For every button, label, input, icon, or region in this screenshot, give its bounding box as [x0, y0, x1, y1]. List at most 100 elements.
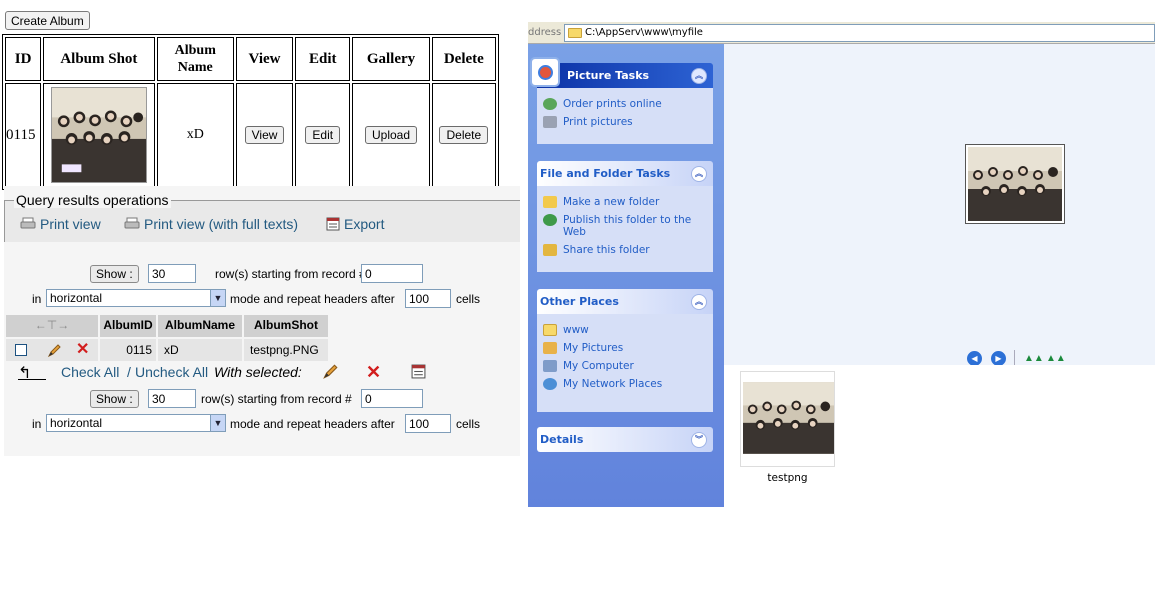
preview-photo — [968, 147, 1062, 221]
album-table: ID Album Shot Album Name View Edit Galle… — [2, 34, 499, 190]
export-link[interactable]: Export — [326, 216, 384, 234]
delete-button[interactable]: Delete — [439, 126, 489, 144]
next-image-icon[interactable]: ▶ — [991, 351, 1006, 366]
mode-text: mode and repeat headers after — [230, 417, 395, 431]
column-arrows[interactable]: ←⊤→ — [6, 315, 98, 337]
new-folder-icon — [543, 196, 557, 208]
print-view-label: Print view — [40, 216, 101, 232]
pencil-icon[interactable] — [321, 363, 339, 384]
start-record-input[interactable] — [361, 389, 423, 408]
place-my-network-label: My Network Places — [563, 378, 663, 390]
make-folder-label: Make a new folder — [563, 196, 660, 208]
chevron-down-icon: ▼ — [210, 415, 225, 431]
header-gallery: Gallery — [352, 37, 430, 81]
arrow-line — [18, 379, 46, 380]
column-header-albumshot[interactable]: AlbumShot — [244, 315, 328, 337]
collapse-icon[interactable]: ︽ — [691, 294, 707, 310]
camera-icon — [530, 57, 560, 87]
publish-folder-task[interactable]: Publish this folder to the Web — [541, 214, 713, 238]
place-my-computer-label: My Computer — [563, 360, 634, 372]
pencil-icon[interactable] — [46, 339, 62, 361]
delete-x-icon[interactable]: ✕ — [76, 339, 89, 361]
details-header[interactable]: Details ︾ — [537, 427, 713, 452]
column-header-albumname[interactable]: AlbumName — [158, 315, 242, 337]
check-all-link[interactable]: Check All — [61, 364, 119, 380]
check-all-row: ↰ Check All / Uncheck All With selected:… — [4, 362, 520, 384]
file-list: testpng — [724, 365, 1155, 507]
address-path: C:\AppServ\www\myfile — [585, 27, 703, 38]
order-prints-label: Order prints online — [563, 98, 662, 110]
separator-slash: / — [127, 364, 131, 380]
file-name[interactable]: testpng — [740, 472, 835, 484]
cell-gallery: Upload — [352, 83, 430, 187]
picture-tasks-header[interactable]: Picture Tasks ︽ — [530, 57, 713, 88]
print-pictures-label: Print pictures — [563, 116, 633, 128]
preview-frame — [965, 144, 1065, 224]
print-view-link[interactable]: Print view — [20, 216, 101, 234]
header-view: View — [235, 37, 294, 81]
row-actions: ✕ — [6, 339, 98, 361]
rows-count-input[interactable] — [148, 389, 196, 408]
print-pictures-task[interactable]: Print pictures — [541, 116, 713, 128]
place-my-network[interactable]: My Network Places — [541, 378, 713, 390]
place-my-pictures-label: My Pictures — [563, 342, 624, 354]
rows-count-input[interactable] — [148, 264, 196, 283]
other-places-title: Other Places — [540, 295, 619, 308]
header-id: ID — [5, 37, 42, 81]
folder-icon — [543, 324, 557, 336]
header-delete: Delete — [431, 37, 496, 81]
computer-icon — [543, 360, 557, 372]
printer-icon — [543, 116, 557, 128]
view-button[interactable]: View — [244, 126, 285, 144]
show-button[interactable]: Show : — [90, 390, 139, 408]
display-mode-select[interactable]: horizontal ▼ — [46, 289, 226, 307]
create-album-button[interactable]: Create Album — [5, 11, 90, 30]
export-icon[interactable] — [411, 364, 426, 382]
share-folder-task[interactable]: Share this folder — [541, 244, 713, 256]
place-my-computer[interactable]: My Computer — [541, 360, 713, 372]
cells-text: cells — [456, 292, 481, 306]
expand-icon[interactable]: ︾ — [691, 432, 707, 448]
arrow-up-left-icon: ↰ — [18, 365, 32, 382]
pictures-folder-icon — [543, 342, 557, 354]
in-label: in — [32, 292, 42, 306]
rotate-clockwise-icon[interactable]: ▲▲ — [1024, 353, 1044, 364]
delete-x-icon[interactable]: ✕ — [366, 362, 381, 383]
show-button[interactable]: Show : — [90, 265, 139, 283]
place-www[interactable]: www — [541, 324, 713, 336]
previous-image-icon[interactable]: ◀ — [967, 351, 982, 366]
export-icon — [326, 217, 340, 234]
rotate-counterclockwise-icon[interactable]: ▲▲ — [1046, 353, 1066, 364]
file-thumbnail[interactable] — [740, 371, 835, 467]
collapse-icon[interactable]: ︽ — [691, 166, 707, 182]
cell-edit: Edit — [295, 83, 351, 187]
query-results-legend: Query results operations — [14, 192, 171, 208]
edit-button[interactable]: Edit — [305, 126, 341, 144]
collapse-icon[interactable]: ︽ — [691, 68, 707, 84]
other-places-header[interactable]: Other Places ︽ — [537, 289, 713, 314]
folder-icon — [568, 28, 582, 38]
cell-id: 0115 — [5, 83, 42, 187]
repeat-headers-input[interactable] — [405, 289, 451, 308]
printer-icon — [124, 217, 140, 234]
order-prints-task[interactable]: Order prints online — [541, 98, 713, 110]
display-mode-select[interactable]: horizontal ▼ — [46, 414, 226, 432]
make-folder-task[interactable]: Make a new folder — [541, 196, 713, 208]
network-icon — [543, 378, 557, 390]
display-mode-value: horizontal — [50, 291, 103, 305]
navigation-row-top: Show : row(s) starting from record # — [4, 264, 520, 286]
rows-text: row(s) starting from record # — [201, 392, 352, 406]
column-header-albumid[interactable]: AlbumID — [100, 315, 156, 337]
start-record-input[interactable] — [361, 264, 423, 283]
print-view-full-link[interactable]: Print view (with full texts) — [124, 216, 298, 234]
share-folder-label: Share this folder — [563, 244, 650, 256]
repeat-headers-input[interactable] — [405, 414, 451, 433]
address-field[interactable]: C:\AppServ\www\myfile — [564, 24, 1155, 42]
file-folder-tasks-header[interactable]: File and Folder Tasks ︽ — [537, 161, 713, 186]
file-folder-tasks-box: File and Folder Tasks ︽ Make a new folde… — [537, 161, 713, 272]
row-checkbox[interactable] — [15, 344, 27, 356]
upload-button[interactable]: Upload — [365, 126, 418, 144]
uncheck-all-link[interactable]: Uncheck All — [135, 364, 208, 380]
place-my-pictures[interactable]: My Pictures — [541, 342, 713, 354]
file-thumbnail-photo — [743, 382, 834, 454]
